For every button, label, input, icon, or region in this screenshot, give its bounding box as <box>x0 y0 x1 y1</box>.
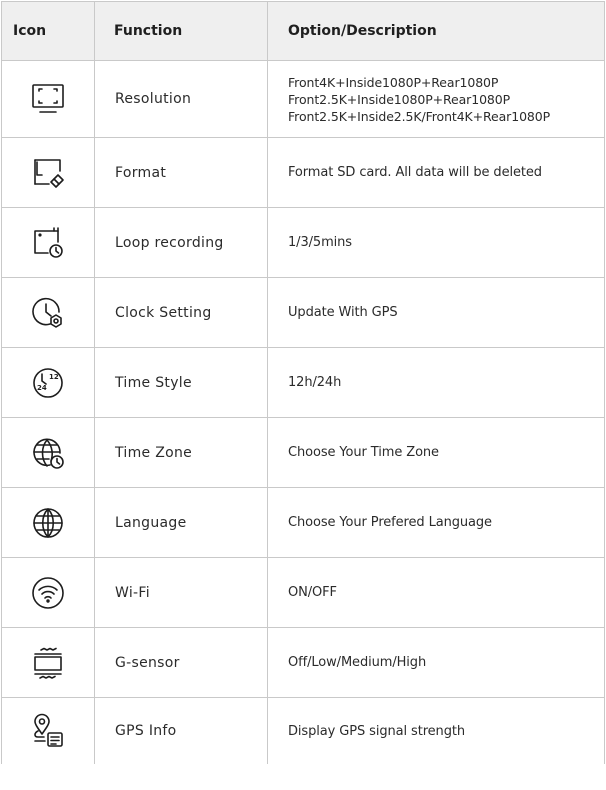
icon-cell <box>1 487 95 558</box>
table-row: G-sensor Off/Low/Medium/High <box>1 627 605 698</box>
language-icon <box>33 507 63 538</box>
header-icon: Icon <box>1 1 95 61</box>
header-row: Icon Function Option/Description <box>1 1 605 61</box>
function-label: Time Zone <box>94 417 268 488</box>
icon-cell <box>1 557 95 628</box>
icon-cell <box>1 417 95 488</box>
settings-table: Icon Function Option/Description Resolut… <box>1 1 605 764</box>
option-line: Front4K+Inside1080P+Rear1080P <box>288 74 499 90</box>
loop-recording-icon <box>34 226 63 258</box>
header-function: Function <box>94 1 268 61</box>
resolution-icon <box>32 84 64 113</box>
function-label: Language <box>94 487 268 558</box>
table-row: Format Format SD card. All data will be … <box>1 137 605 208</box>
option-text: ON/OFF <box>267 557 605 628</box>
time-style-24-label: 24 <box>37 384 47 392</box>
time-style-icon: 24 12 <box>33 367 63 398</box>
g-sensor-icon <box>34 647 62 679</box>
option-text: Front4K+Inside1080P+Rear1080P Front2.5K+… <box>267 60 605 138</box>
icon-cell <box>1 207 95 278</box>
option-text: Choose Your Prefered Language <box>267 487 605 558</box>
gps-info-icon <box>34 713 63 747</box>
icon-cell <box>1 137 95 208</box>
clock-setting-icon <box>32 297 62 328</box>
table-row: GPS Info Display GPS signal strength <box>1 697 605 764</box>
icon-cell: 24 12 <box>1 347 95 418</box>
table-row: Time Zone Choose Your Time Zone <box>1 417 605 488</box>
time-style-12-label: 12 <box>49 373 59 381</box>
option-text: 1/3/5mins <box>267 207 605 278</box>
function-label: Clock Setting <box>94 277 268 348</box>
function-label: GPS Info <box>94 697 268 764</box>
table-row: Clock Setting Update With GPS <box>1 277 605 348</box>
option-text: Update With GPS <box>267 277 605 348</box>
time-zone-icon <box>33 438 64 469</box>
function-label: Resolution <box>94 60 268 138</box>
function-label: Wi-Fi <box>94 557 268 628</box>
option-line: Front2.5K+Inside1080P+Rear1080P <box>288 91 511 107</box>
icon-cell <box>1 697 95 764</box>
header-option: Option/Description <box>267 1 605 61</box>
table-row: Wi-Fi ON/OFF <box>1 557 605 628</box>
format-icon <box>34 158 64 188</box>
function-label: Time Style <box>94 347 268 418</box>
option-text: Display GPS signal strength <box>267 697 605 764</box>
function-label: Loop recording <box>94 207 268 278</box>
option-text: 12h/24h <box>267 347 605 418</box>
option-line: Front2.5K+Inside2.5K/Front4K+Rear1080P <box>288 108 551 124</box>
icon-cell <box>1 627 95 698</box>
option-text: Off/Low/Medium/High <box>267 627 605 698</box>
table-row: Resolution Front4K+Inside1080P+Rear1080P… <box>1 60 605 138</box>
function-label: G-sensor <box>94 627 268 698</box>
wifi-icon <box>32 576 64 609</box>
icon-cell <box>1 277 95 348</box>
table-row: 24 12 Time Style 12h/24h <box>1 347 605 418</box>
option-text: Format SD card. All data will be deleted <box>267 137 605 208</box>
option-text: Choose Your Time Zone <box>267 417 605 488</box>
icon-cell <box>1 60 95 138</box>
table-row: Language Choose Your Prefered Language <box>1 487 605 558</box>
function-label: Format <box>94 137 268 208</box>
table-row: Loop recording 1/3/5mins <box>1 207 605 278</box>
